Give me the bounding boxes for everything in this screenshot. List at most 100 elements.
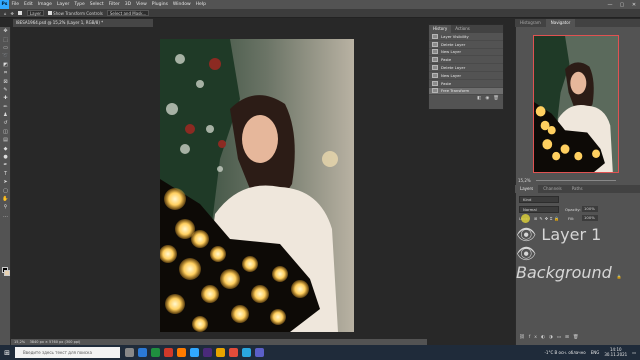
photoshop-window: Ps File Edit Image Layer Type Select Fil…	[0, 0, 640, 360]
layer-row-background[interactable]: 👁 Background 🔒	[516, 244, 636, 282]
maximize-button[interactable]: ▢	[616, 2, 628, 8]
eyedropper-icon[interactable]: ✎	[0, 86, 11, 94]
document-tab[interactable]: I8ESA1964.psd @ 15,2% (Layer 1, RGB/8) *	[13, 19, 153, 27]
tab-navigator[interactable]: Navigator	[545, 19, 576, 27]
eraser-icon[interactable]: ◫	[0, 128, 11, 136]
history-step[interactable]: Delete Layer	[429, 41, 503, 49]
marquee-tool-icon[interactable]: ▭	[0, 44, 11, 52]
object-select-icon[interactable]: ◩	[0, 61, 11, 69]
visibility-eye-icon[interactable]: 👁	[516, 244, 536, 263]
excel-icon[interactable]	[151, 348, 160, 357]
weather-status[interactable]: -1°C В осн. облачно	[544, 350, 585, 355]
notifications-icon[interactable]: ▭	[632, 350, 636, 355]
hand-tool-icon[interactable]: ✋	[0, 195, 11, 203]
layer-filter-kind[interactable]: Kind	[519, 196, 559, 203]
app-icon[interactable]	[255, 348, 264, 357]
auto-select-dropdown[interactable]: Layer	[26, 10, 45, 16]
clock[interactable]: 14:10 30.11.2021	[604, 347, 627, 357]
word-icon[interactable]	[138, 348, 147, 357]
menu-edit[interactable]: Edit	[22, 2, 36, 7]
menu-window[interactable]: Window	[170, 2, 193, 7]
stamp-tool-icon[interactable]: ♟	[0, 111, 11, 119]
select-and-mask-button[interactable]: Select and Mask...	[106, 10, 150, 16]
history-step-label: Delete Layer	[441, 41, 466, 47]
menu-type[interactable]: Type	[72, 2, 87, 7]
history-brush-icon[interactable]: ↺	[0, 119, 11, 127]
pen-tool-icon[interactable]: ✒	[0, 161, 11, 169]
gradient-icon[interactable]: ▤	[0, 136, 11, 144]
menu-3d[interactable]: 3D	[122, 2, 133, 7]
menu-filter[interactable]: Filter	[106, 2, 122, 7]
shape-tool-icon[interactable]: ▢	[0, 186, 11, 194]
crop-tool-icon[interactable]: ⌗	[0, 69, 11, 77]
navigator-zoom-slider[interactable]	[536, 180, 616, 181]
history-step-selected[interactable]: Free Transform	[429, 87, 503, 96]
background-color-swatch[interactable]	[4, 270, 10, 276]
telegram-icon[interactable]	[242, 348, 251, 357]
tab-layers[interactable]: Layers	[515, 185, 539, 193]
layer-name[interactable]: Layer 1	[541, 225, 601, 244]
history-step[interactable]: Delete Layer	[429, 64, 503, 72]
layers-footer-icons[interactable]: ⛓fx◐◑▭⊞🗑	[519, 335, 583, 340]
photoshop-taskbar-icon[interactable]	[190, 348, 199, 357]
menu-view[interactable]: View	[134, 2, 150, 7]
menu-help[interactable]: Help	[193, 2, 208, 7]
tab-actions[interactable]: Actions	[451, 25, 474, 33]
home-icon[interactable]: ⌂	[4, 11, 7, 16]
transform-controls-checkbox[interactable]: Show Transform Controls	[48, 10, 103, 16]
blur-tool-icon[interactable]: ◆	[0, 144, 11, 152]
type-tool-icon[interactable]: T	[0, 170, 11, 178]
menu-plugins[interactable]: Plugins	[149, 2, 170, 7]
language-indicator[interactable]: ENG	[591, 350, 600, 355]
history-step[interactable]: Paste	[429, 80, 503, 88]
menu-image[interactable]: Image	[35, 2, 54, 7]
task-view-icon[interactable]	[125, 348, 134, 357]
close-button[interactable]: ✕	[628, 2, 640, 8]
artboard-tool-icon[interactable]: ⬚	[0, 35, 11, 43]
windows-start-icon[interactable]: ⊞	[0, 349, 14, 357]
taskbar-search-input[interactable]: Введите здесь текст для поиска	[15, 347, 120, 358]
snapshot-icon[interactable]: ◧	[477, 96, 481, 101]
healing-brush-icon[interactable]: ✚	[0, 94, 11, 102]
lasso-tool-icon[interactable]: ➰	[0, 52, 11, 60]
blend-mode-dropdown[interactable]: Normal	[519, 206, 559, 213]
illustrator-icon[interactable]	[177, 348, 186, 357]
menu-layer[interactable]: Layer	[54, 2, 72, 7]
move-tool-icon[interactable]: ✥	[11, 11, 14, 16]
visibility-eye-icon[interactable]: 👁	[516, 225, 536, 244]
menu-file[interactable]: File	[9, 2, 22, 7]
history-step[interactable]: Paste	[429, 56, 503, 65]
zoom-status[interactable]: 15,2%	[14, 340, 25, 344]
premiere-icon[interactable]	[203, 348, 212, 357]
brush-tool-icon[interactable]: ✏	[0, 103, 11, 111]
history-step[interactable]: New Layer	[429, 49, 503, 57]
tab-channels[interactable]: Channels	[538, 185, 567, 193]
fill-input[interactable]: 100%	[582, 215, 598, 221]
tab-history[interactable]: History	[429, 25, 452, 33]
tab-histogram[interactable]: Histogram	[515, 19, 546, 27]
more-tools-icon[interactable]: …	[0, 212, 11, 220]
minimize-button[interactable]: —	[604, 2, 616, 8]
layer-row-layer-1[interactable]: 👁 Layer 1	[516, 225, 636, 244]
zoom-tool-icon[interactable]: ⚲	[0, 203, 11, 211]
opacity-input[interactable]: 100%	[582, 206, 598, 212]
move-tool-icon[interactable]: ✥	[0, 27, 11, 35]
navigator-zoom-value[interactable]: 15,2%	[518, 178, 531, 183]
menu-select[interactable]: Select	[87, 2, 106, 7]
powerpoint-icon[interactable]	[164, 348, 173, 357]
history-step[interactable]: New Layer	[429, 72, 503, 80]
trash-icon[interactable]: 🗑	[493, 96, 499, 101]
auto-select-checkbox[interactable]	[17, 10, 23, 16]
document-image[interactable]	[160, 39, 354, 332]
layer-name[interactable]: Background	[516, 263, 612, 282]
tab-paths[interactable]: Paths	[567, 185, 588, 193]
browser-icon[interactable]	[229, 348, 238, 357]
frame-tool-icon[interactable]: ⊠	[0, 77, 11, 85]
lock-icons[interactable]: ⊞✎✥⌗🔒	[534, 216, 561, 221]
history-step[interactable]: Layer Visibility	[429, 33, 503, 41]
navigator-preview[interactable]	[533, 35, 619, 173]
dodge-tool-icon[interactable]: ●	[0, 153, 11, 161]
explorer-icon[interactable]	[216, 348, 225, 357]
camera-icon[interactable]: ◉	[485, 96, 489, 101]
path-select-icon[interactable]: ➤	[0, 178, 11, 186]
